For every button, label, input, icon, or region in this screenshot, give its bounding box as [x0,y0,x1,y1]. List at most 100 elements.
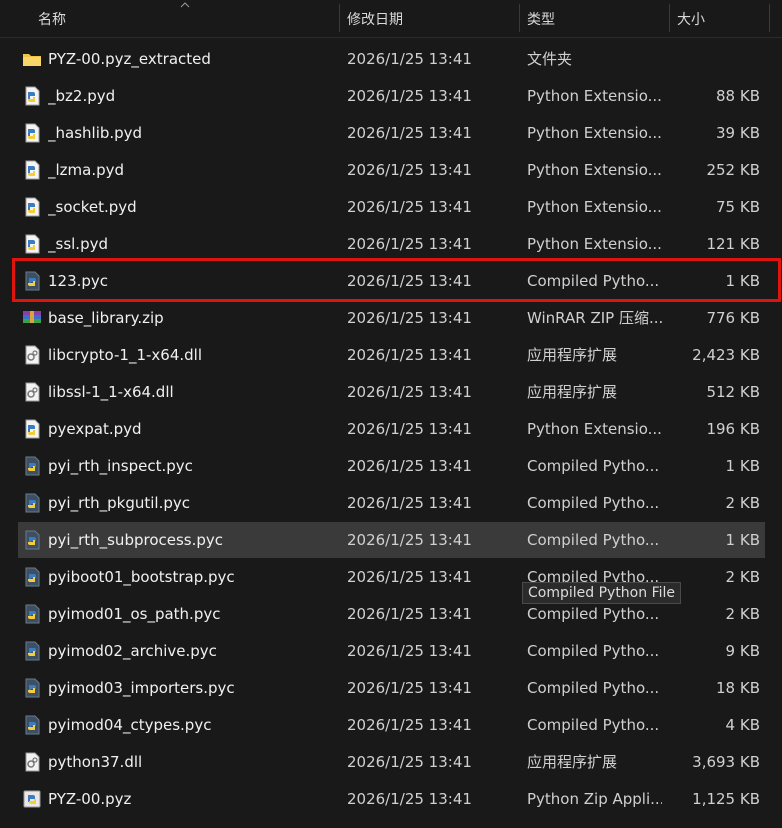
file-row[interactable]: _socket.pyd 2026/1/25 13:41 Python Extensi… [18,189,765,225]
python-extension-icon [22,419,42,439]
python-zip-icon [22,789,42,809]
column-header-name[interactable]: 名称 [30,0,335,37]
file-size: 3,693 KB [692,753,760,771]
file-row[interactable]: libssl-1_1-x64.dll 2026/1/25 13:41 应用程序扩展 5… [18,374,765,410]
python-compiled-icon [22,456,42,476]
file-row[interactable]: pyi_rth_subprocess.pyc 2026/1/25 13:41 Com… [18,522,765,558]
file-type: Python Extensio... [527,235,662,253]
file-modified-date: 2026/1/25 13:41 [347,605,472,623]
dll-file-icon [22,345,42,365]
file-type: Compiled Pytho... [527,642,660,660]
file-modified-date: 2026/1/25 13:41 [347,124,472,142]
file-type: Compiled Pytho... [527,272,660,290]
file-row[interactable]: python37.dll 2026/1/25 13:41 应用程序扩展 3,693 K… [18,744,765,780]
file-size: 1 KB [725,531,760,549]
file-modified-date: 2026/1/25 13:41 [347,161,472,179]
python-compiled-icon [22,604,42,624]
file-type: Compiled Pytho... [527,679,660,697]
file-row[interactable]: PYZ-00.pyz 2026/1/25 13:41 Python Zip Appl… [18,781,765,817]
file-size: 2 KB [725,605,760,623]
file-size: 75 KB [716,198,760,216]
python-compiled-icon [22,530,42,550]
file-name: _ssl.pyd [48,235,108,253]
file-row[interactable]: PYZ-00.pyz_extracted 2026/1/25 13:41 文件夹 [18,41,765,77]
python-extension-icon [22,123,42,143]
file-modified-date: 2026/1/25 13:41 [347,198,472,216]
file-row[interactable]: pyimod03_importers.pyc 2026/1/25 13:41 Com… [18,670,765,706]
file-row[interactable]: pyimod04_ctypes.pyc 2026/1/25 13:41 Compil… [18,707,765,743]
python-compiled-icon [22,678,42,698]
file-size: 252 KB [706,161,760,179]
file-type: 应用程序扩展 [527,753,618,771]
file-type: 应用程序扩展 [527,383,618,401]
file-row[interactable]: 123.pyc 2026/1/25 13:41 Compiled Pytho... 1… [18,263,765,299]
file-size: 18 KB [716,679,760,697]
file-type: Python Zip Appli... [527,790,662,808]
column-header-bar: 名称 修改日期 类型 大小 [0,0,782,38]
file-modified-date: 2026/1/25 13:41 [347,420,472,438]
file-name: pyimod02_archive.pyc [48,642,217,660]
dll-file-icon [22,752,42,772]
file-size: 4 KB [725,716,760,734]
file-modified-date: 2026/1/25 13:41 [347,753,472,771]
folder-icon [22,49,42,69]
file-modified-date: 2026/1/25 13:41 [347,235,472,253]
file-modified-date: 2026/1/25 13:41 [347,531,472,549]
file-size: 39 KB [716,124,760,142]
file-size: 2 KB [725,568,760,586]
file-row[interactable]: base_library.zip 2026/1/25 13:41 WinRAR ZI… [18,300,765,336]
file-name: _socket.pyd [48,198,137,216]
file-size [668,41,760,77]
file-type: Compiled Pytho... [527,716,660,734]
file-row[interactable]: pyexpat.pyd 2026/1/25 13:41 Python Extensi… [18,411,765,447]
file-row[interactable]: _bz2.pyd 2026/1/25 13:41 Python Extensio..… [18,78,765,114]
file-row[interactable]: _hashlib.pyd 2026/1/25 13:41 Python Extens… [18,115,765,151]
file-size: 1 KB [725,272,760,290]
file-modified-date: 2026/1/25 13:41 [347,790,472,808]
file-type: WinRAR ZIP 压缩... [527,309,662,327]
file-modified-date: 2026/1/25 13:41 [347,272,472,290]
file-row[interactable]: pyi_rth_inspect.pyc 2026/1/25 13:41 Compil… [18,448,765,484]
file-name: 123.pyc [48,272,109,290]
file-row[interactable]: pyimod02_archive.pyc 2026/1/25 13:41 Compi… [18,633,765,669]
file-type: 文件夹 [527,50,573,68]
file-type: Compiled Pytho... [527,531,660,549]
python-extension-icon [22,160,42,180]
column-header-size[interactable]: 大小 [669,0,769,37]
file-type: 应用程序扩展 [527,346,618,364]
file-row[interactable]: pyi_rth_pkgutil.pyc 2026/1/25 13:41 Compil… [18,485,765,521]
file-name: pyimod01_os_path.pyc [48,605,221,623]
file-type: Compiled Pytho... [527,494,660,512]
dll-file-icon [22,382,42,402]
file-size: 776 KB [706,309,760,327]
file-name: python37.dll [48,753,143,771]
file-type: Python Extensio... [527,420,662,438]
file-size: 512 KB [706,383,760,401]
file-name: pyi_rth_inspect.pyc [48,457,193,475]
file-size: 196 KB [706,420,760,438]
file-name: libcrypto-1_1-x64.dll [48,346,203,364]
file-name: pyimod04_ctypes.pyc [48,716,212,734]
file-name: _hashlib.pyd [48,124,143,142]
file-size: 88 KB [716,87,760,105]
file-name: _bz2.pyd [48,87,116,105]
file-name: pyi_rth_subprocess.pyc [48,531,224,549]
python-compiled-icon [22,715,42,735]
column-header-type[interactable]: 类型 [519,0,669,37]
file-type: Python Extensio... [527,161,662,179]
file-row[interactable]: _ssl.pyd 2026/1/25 13:41 Python Extensio..… [18,226,765,262]
file-name: PYZ-00.pyz [48,790,132,808]
file-modified-date: 2026/1/25 13:41 [347,679,472,697]
file-modified-date: 2026/1/25 13:41 [347,716,472,734]
file-size: 1,125 KB [692,790,760,808]
file-row[interactable]: _lzma.pyd 2026/1/25 13:41 Python Extensio.… [18,152,765,188]
winrar-archive-icon [22,308,42,328]
file-type: Python Extensio... [527,87,662,105]
file-size: 2 KB [725,494,760,512]
python-extension-icon [22,86,42,106]
column-header-date[interactable]: 修改日期 [339,0,519,37]
python-compiled-icon [22,641,42,661]
column-divider[interactable] [769,4,770,32]
file-size: 121 KB [706,235,760,253]
file-row[interactable]: libcrypto-1_1-x64.dll 2026/1/25 13:41 应用程序… [18,337,765,373]
